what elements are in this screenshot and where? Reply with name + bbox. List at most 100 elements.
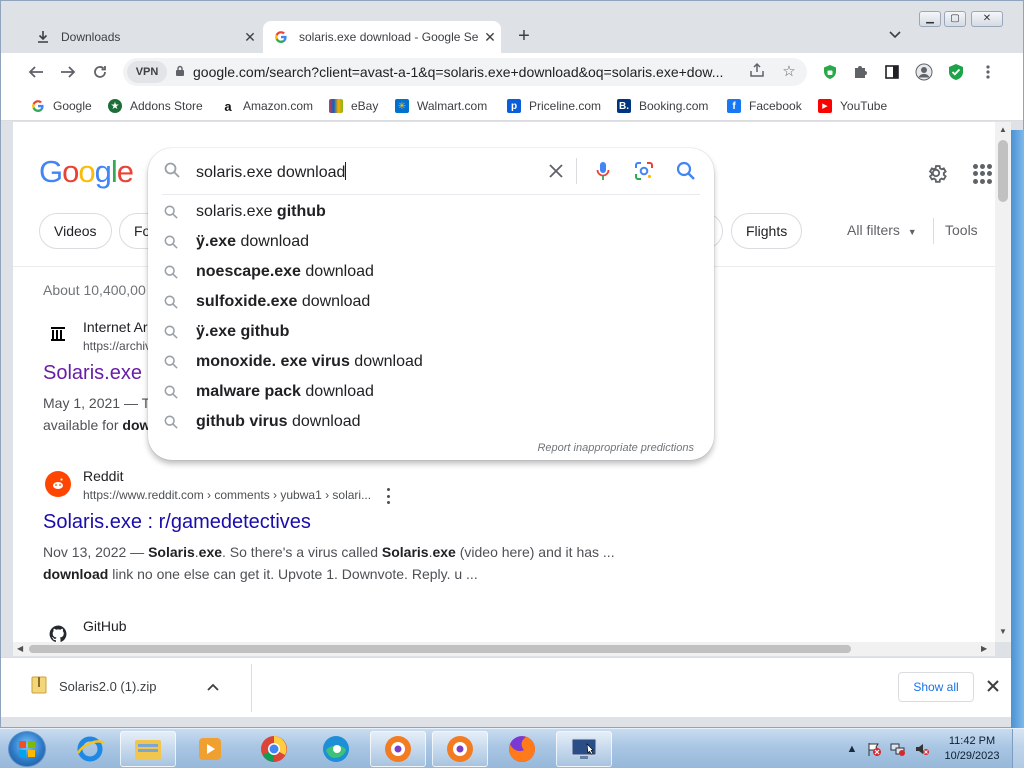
search-box[interactable]: solaris.exe download <box>148 148 714 194</box>
internet-explorer-icon[interactable] <box>62 731 118 767</box>
horizontal-scrollbar[interactable]: ◀ ▶ <box>13 642 995 656</box>
forward-arrow-icon[interactable] <box>57 61 79 83</box>
bookmark-walmart[interactable]: ✳ Walmart.com <box>395 96 487 116</box>
chevron-up-icon[interactable] <box>206 679 219 694</box>
bookmark-google[interactable]: Google <box>31 96 92 116</box>
tools-button[interactable]: Tools <box>945 222 978 238</box>
profile-avatar-icon[interactable] <box>913 61 935 83</box>
media-player-icon[interactable] <box>182 731 238 767</box>
horizontal-scroll-thumb[interactable] <box>29 645 851 653</box>
report-predictions-link[interactable]: Report inappropriate predictions <box>537 442 694 454</box>
back-arrow-icon[interactable] <box>25 61 47 83</box>
search-icon <box>164 162 180 181</box>
vpn-icon[interactable]: VPN <box>127 61 167 83</box>
result-snippet: Nov 13, 2022 — Solaris.exe. So there's a… <box>43 544 615 560</box>
avast-browser-icon[interactable] <box>370 731 426 767</box>
bookmark-star-icon[interactable]: ☆ <box>779 62 799 82</box>
download-item[interactable]: Solaris2.0 (1).zip <box>31 676 219 697</box>
all-filters-button[interactable]: All filters ▼ <box>847 222 917 238</box>
vertical-scrollbar[interactable]: ▲ ▼ <box>995 122 1011 642</box>
scroll-right-arrow-icon[interactable]: ▶ <box>981 644 987 653</box>
system-clock[interactable]: 11:42 PM 10/29/2023 <box>936 734 1008 764</box>
addons-store-icon: ★ <box>108 99 122 113</box>
new-tab-button[interactable]: + <box>513 25 535 47</box>
menu-kebab-icon[interactable] <box>977 61 999 83</box>
chip-flights[interactable]: Flights <box>731 213 803 249</box>
browser-toolbar: VPN google.com/search?client=avast-a-1&q… <box>1 53 1023 91</box>
action-center-flag-icon[interactable] <box>866 741 882 757</box>
search-input[interactable]: solaris.exe download <box>196 162 347 182</box>
result-options-icon[interactable] <box>385 488 391 504</box>
close-tab-icon[interactable]: ✕ <box>479 29 501 46</box>
extension-shield-icon[interactable] <box>819 61 841 83</box>
extensions-puzzle-icon[interactable] <box>849 61 871 83</box>
remote-desktop-icon[interactable] <box>556 731 612 767</box>
search-submit-icon[interactable] <box>676 161 696 184</box>
bookmark-booking[interactable]: B. Booking.com <box>617 96 708 116</box>
bookmark-facebook[interactable]: f Facebook <box>727 96 802 116</box>
suggestion-item[interactable]: solaris.exe github <box>148 198 714 228</box>
share-icon[interactable] <box>747 62 767 82</box>
tab-downloads[interactable]: Downloads ✕ <box>25 21 261 53</box>
search-icon <box>164 415 180 431</box>
suggestion-item[interactable]: noescape.exe download <box>148 258 714 288</box>
voice-search-mic-icon[interactable] <box>596 161 610 184</box>
minimize-button[interactable]: ▁ <box>919 11 941 27</box>
file-explorer-icon[interactable] <box>120 731 176 767</box>
result-title-link[interactable]: Solaris.exe <box>43 362 142 385</box>
avast-secure-browser-icon[interactable] <box>432 731 488 767</box>
close-tab-icon[interactable]: ✕ <box>239 29 261 46</box>
vertical-scroll-thumb[interactable] <box>998 140 1008 202</box>
reload-icon[interactable] <box>89 61 111 83</box>
google-logo[interactable]: Google <box>39 154 134 190</box>
lock-icon[interactable] <box>175 65 185 80</box>
suggestion-item[interactable]: ÿ.exe download <box>148 228 714 258</box>
download-icon <box>35 29 51 45</box>
bookmark-amazon[interactable]: a Amazon.com <box>221 96 313 116</box>
settings-gear-icon[interactable] <box>925 162 947 184</box>
network-icon[interactable] <box>890 741 906 757</box>
tray-expand-arrow-icon[interactable]: ▲ <box>844 741 860 757</box>
scroll-down-arrow-icon[interactable]: ▼ <box>999 627 1007 636</box>
bookmark-ebay[interactable]: eBay <box>329 96 378 116</box>
suggestion-item[interactable]: sulfoxide.exe download <box>148 288 714 318</box>
side-panel-icon[interactable] <box>881 61 903 83</box>
suggestion-item[interactable]: monoxide. exe virus download <box>148 348 714 378</box>
chip-videos[interactable]: Videos <box>39 213 112 249</box>
close-window-button[interactable]: ✕ <box>971 11 1003 27</box>
bookmark-addons-store[interactable]: ★ Addons Store <box>108 96 203 116</box>
result-title-link[interactable]: Solaris.exe : r/gamedetectives <box>43 511 311 534</box>
show-desktop-button[interactable] <box>1012 729 1024 768</box>
volume-muted-icon[interactable] <box>914 741 930 757</box>
bookmark-label: Google <box>53 99 92 113</box>
avast-security-icon[interactable] <box>945 61 967 83</box>
chevron-down-icon[interactable] <box>885 27 905 47</box>
priceline-icon: p <box>507 99 521 113</box>
suggestion-item[interactable]: ÿ.exe github <box>148 318 714 348</box>
result-stats: About 10,400,00 <box>43 282 146 298</box>
tab-google-search[interactable]: solaris.exe download - Google Se ✕ <box>263 21 501 53</box>
suggestion-item[interactable]: github virus download <box>148 408 714 438</box>
start-button[interactable] <box>8 731 46 767</box>
bookmark-youtube[interactable]: ▶ YouTube <box>818 96 887 116</box>
clear-search-icon[interactable] <box>548 163 564 182</box>
scroll-up-arrow-icon[interactable]: ▲ <box>999 125 1007 134</box>
google-apps-grid-icon[interactable] <box>973 164 993 184</box>
bookmark-label: Addons Store <box>130 99 203 113</box>
search-icon <box>164 385 180 401</box>
suggestion-item[interactable]: malware pack download <box>148 378 714 408</box>
address-bar[interactable]: VPN google.com/search?client=avast-a-1&q… <box>123 58 807 86</box>
maximize-button[interactable]: ▢ <box>944 11 966 27</box>
zip-file-icon <box>31 676 47 697</box>
suggestion-text: ÿ.exe github <box>196 323 290 340</box>
show-all-button[interactable]: Show all <box>898 672 974 702</box>
result-site-name: Internet Ar <box>83 319 148 335</box>
chrome-icon[interactable] <box>246 731 302 767</box>
scroll-left-arrow-icon[interactable]: ◀ <box>17 644 23 653</box>
google-lens-camera-icon[interactable] <box>634 161 654 184</box>
bookmark-priceline[interactable]: p Priceline.com <box>507 96 601 116</box>
edge-icon[interactable] <box>308 731 364 767</box>
close-download-bar-icon[interactable] <box>986 679 1000 696</box>
download-divider <box>251 664 252 712</box>
firefox-icon[interactable] <box>494 731 550 767</box>
